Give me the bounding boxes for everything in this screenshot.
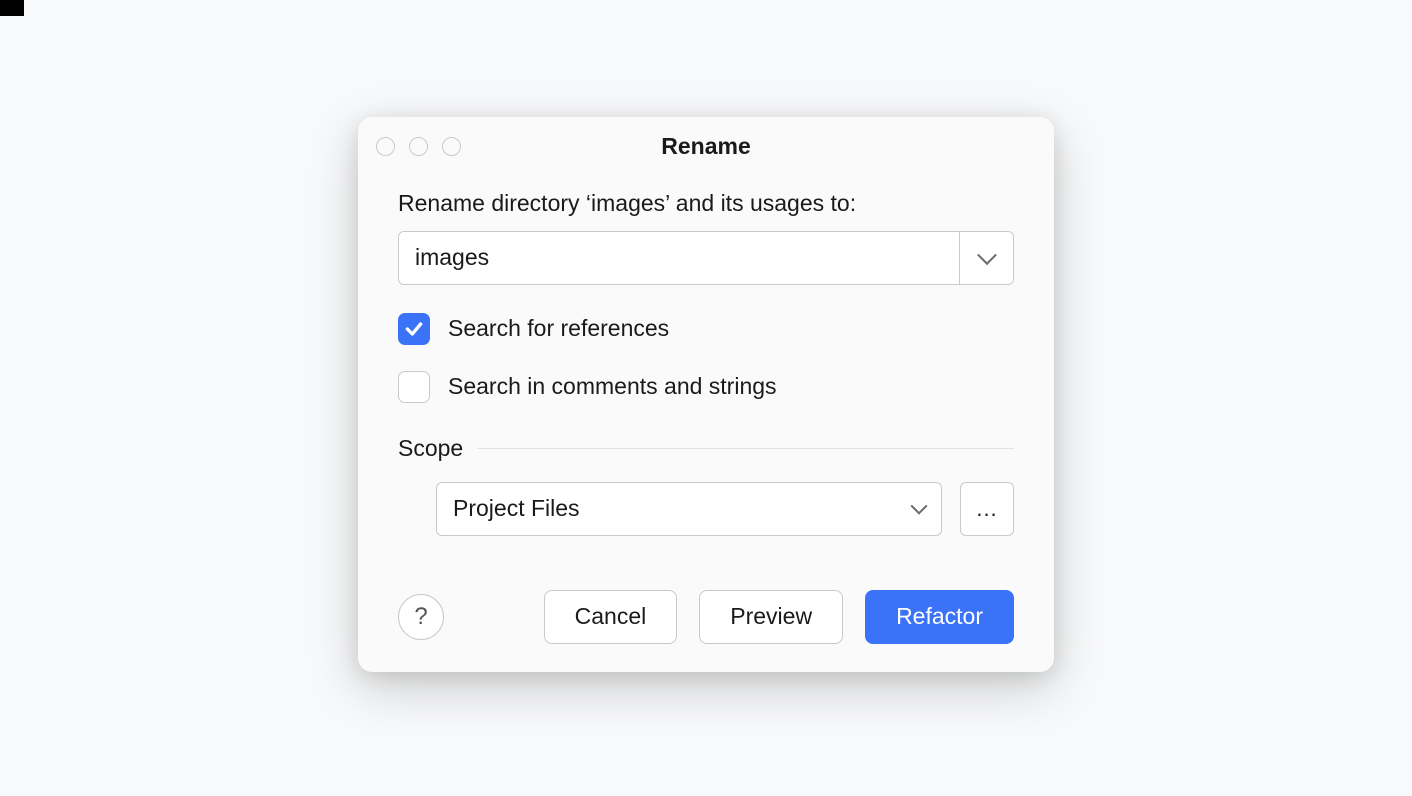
dialog-title: Rename <box>376 133 1036 160</box>
search-comments-checkbox[interactable] <box>398 371 430 403</box>
check-icon <box>404 319 424 339</box>
chevron-down-icon <box>977 245 997 265</box>
search-references-label: Search for references <box>448 315 669 342</box>
name-input[interactable] <box>399 232 959 284</box>
help-button[interactable]: ? <box>398 594 444 640</box>
dialog-titlebar: Rename <box>358 117 1054 172</box>
search-comments-row[interactable]: Search in comments and strings <box>398 371 1014 403</box>
dialog-content: Rename directory ‘images’ and its usages… <box>358 172 1054 672</box>
rename-prompt-label: Rename directory ‘images’ and its usages… <box>398 190 1014 217</box>
corner-mark <box>0 0 24 16</box>
window-controls <box>376 137 461 156</box>
search-references-checkbox[interactable] <box>398 313 430 345</box>
scope-header: Scope <box>398 435 1014 462</box>
preview-button[interactable]: Preview <box>699 590 843 644</box>
cancel-button[interactable]: Cancel <box>544 590 678 644</box>
name-input-combo <box>398 231 1014 285</box>
minimize-window-button[interactable] <box>409 137 428 156</box>
scope-select-value: Project Files <box>453 495 580 522</box>
refactor-button[interactable]: Refactor <box>865 590 1014 644</box>
scope-edit-button[interactable]: ... <box>960 482 1014 536</box>
scope-divider <box>477 448 1014 449</box>
chevron-down-icon <box>911 497 928 514</box>
scope-controls: Project Files ... <box>398 482 1014 536</box>
name-history-dropdown-toggle[interactable] <box>959 232 1013 284</box>
zoom-window-button[interactable] <box>442 137 461 156</box>
search-references-row[interactable]: Search for references <box>398 313 1014 345</box>
dialog-footer: ? Cancel Preview Refactor <box>398 590 1014 644</box>
scope-label: Scope <box>398 435 463 462</box>
search-comments-label: Search in comments and strings <box>448 373 777 400</box>
rename-dialog: Rename Rename directory ‘images’ and its… <box>358 117 1054 672</box>
scope-select[interactable]: Project Files <box>436 482 942 536</box>
close-window-button[interactable] <box>376 137 395 156</box>
